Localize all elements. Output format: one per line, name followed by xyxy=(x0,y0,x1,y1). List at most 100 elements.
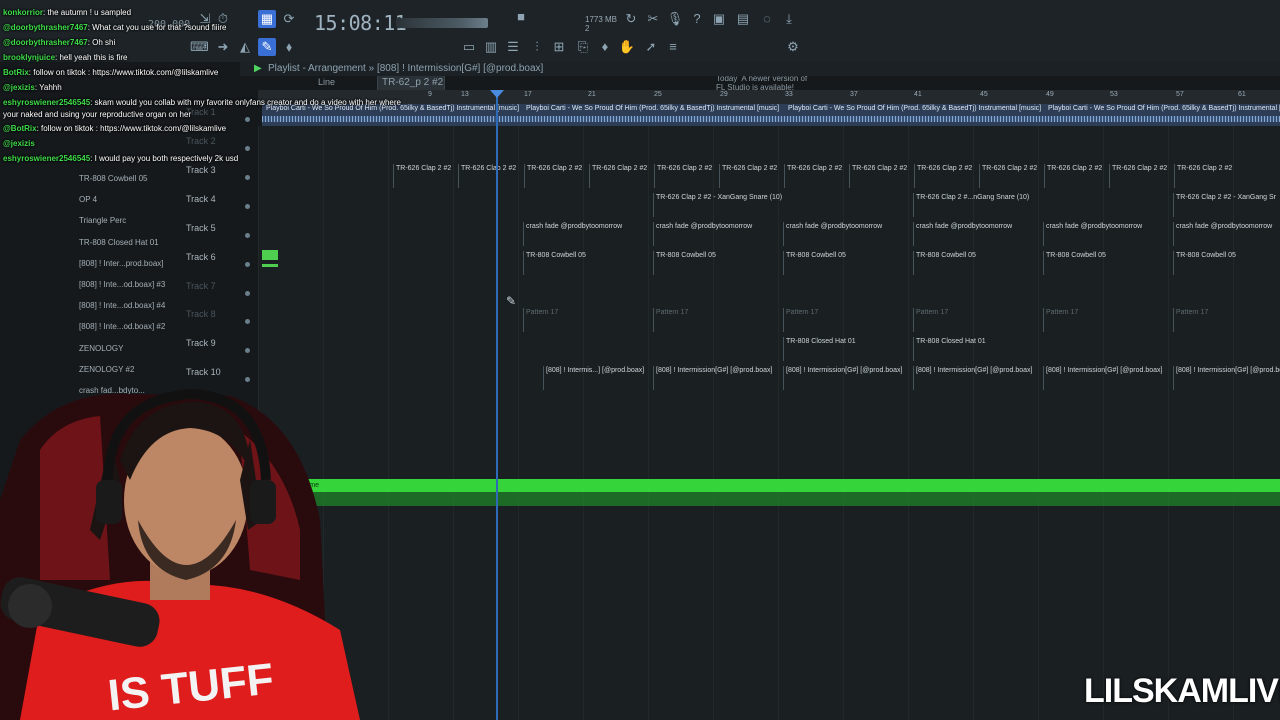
track-mute-led[interactable] xyxy=(245,204,250,209)
help-icon[interactable]: ? xyxy=(688,10,706,28)
playlist-clip[interactable]: crash fade @prodbytoomorrow xyxy=(783,222,911,246)
playlist-clip[interactable]: TR-626 Clap 2 #2 xyxy=(719,164,784,188)
playlist-clip[interactable]: TR-626 Clap 2 #2 - XanGang Sr xyxy=(1173,193,1280,217)
channel-item[interactable]: TR-808 Closed Hat 01 xyxy=(76,234,159,252)
channel-item[interactable]: [808] ! Inte...od.boax] #4 xyxy=(76,297,165,315)
playlist-clip[interactable]: crash fade @prodbytoomorrow xyxy=(913,222,1041,246)
playlist-clip[interactable]: [808] ! Intermission[G#] [@prod.boax] xyxy=(1173,366,1280,390)
playlist-clip[interactable]: [808] ! Intermission[G#] [@prod.boax] xyxy=(783,366,911,390)
playlist-clip[interactable]: TR-626 Clap 2 #2 xyxy=(1174,164,1239,188)
track-header[interactable]: Track 8 xyxy=(182,306,256,334)
track-header[interactable]: Track 5 xyxy=(182,220,256,248)
draw-tool-icon[interactable]: ✎ xyxy=(258,38,276,56)
track-header[interactable]: Track 4 xyxy=(182,191,256,219)
track-header[interactable]: Track 6 xyxy=(182,249,256,277)
playlist-clip[interactable]: Pattern 17 xyxy=(1043,308,1171,332)
loop-icon[interactable]: ⟳ xyxy=(280,10,298,28)
channel-item[interactable]: ZENOLOGY #2 xyxy=(76,361,134,379)
piano-roll-icon[interactable]: ☰ xyxy=(504,38,522,56)
playlist-clip[interactable]: crash fade @prodbytoomorrow xyxy=(653,222,781,246)
playlist-clip[interactable]: TR-626 Clap 2 #2 xyxy=(458,164,523,188)
playlist-clip[interactable]: TR-626 Clap 2 #2 xyxy=(1109,164,1174,188)
stamp-icon[interactable]: ⬧ xyxy=(280,38,298,56)
mic-icon[interactable]: 🎙 xyxy=(666,10,684,28)
channel-item[interactable]: TR-808 Cowbell 05 xyxy=(76,170,147,188)
stop-icon[interactable]: ■ xyxy=(512,8,530,26)
clipboard-icon[interactable]: ⎘ xyxy=(574,38,592,56)
playlist-clip[interactable]: TR-808 Cowbell 05 xyxy=(913,251,1041,275)
playlist-clip[interactable]: TR-808 Cowbell 05 xyxy=(653,251,781,275)
playlist-clip[interactable]: TR-626 Clap 2 #2 xyxy=(979,164,1044,188)
list-icon[interactable]: ≡ xyxy=(664,38,682,56)
track-mute-led[interactable] xyxy=(245,319,250,324)
playlist-clip[interactable]: Pattern 17 xyxy=(653,308,781,332)
pattern-song-toggle-icon[interactable]: ▦ xyxy=(258,10,276,28)
audio-clip-track-1[interactable]: Playboi Carti - We So Proud Of Him (Prod… xyxy=(262,104,1280,126)
channel-item[interactable]: [808] ! Inte...od.boax] #3 xyxy=(76,276,165,294)
playlist-clip[interactable]: crash fade @prodbytoomorrow xyxy=(1173,222,1280,246)
master-volume-automation[interactable]: Master - Volume xyxy=(262,479,1280,492)
playlist-clip[interactable]: TR-626 Clap 2 #2 xyxy=(1044,164,1109,188)
playlist-clip[interactable]: TR-626 Clap 2 #2 xyxy=(654,164,719,188)
playlist-clip[interactable]: TR-626 Clap 2 #2 xyxy=(524,164,589,188)
track-mute-led[interactable] xyxy=(245,233,250,238)
channel-item[interactable]: [808] ! Inter...prod.boax] xyxy=(76,255,164,273)
track-header[interactable]: Track 7 xyxy=(182,278,256,306)
playlist-clip[interactable]: [808] ! Intermis...] [@prod.boax] xyxy=(543,366,653,390)
playlist-clip[interactable]: Pattern 17 xyxy=(913,308,1041,332)
plugin-picker-icon[interactable]: ⊞ xyxy=(550,38,568,56)
track-mute-led[interactable] xyxy=(245,262,250,267)
channel-rack-icon[interactable]: ▥ xyxy=(482,38,500,56)
track-header[interactable]: Track 3 xyxy=(182,162,256,190)
channel-item[interactable]: OP 4 xyxy=(76,191,97,209)
playlist-clip[interactable]: TR-808 Cowbell 05 xyxy=(783,251,911,275)
channel-item[interactable]: ZENOLOGY xyxy=(76,340,123,358)
pattern-selector[interactable]: TR-62_p 2 #2 xyxy=(377,75,445,91)
edison-icon[interactable]: ♦ xyxy=(596,38,614,56)
pattern-note[interactable] xyxy=(262,250,278,260)
mixer-view-icon[interactable]: ⫶ xyxy=(528,38,546,56)
playlist-clip[interactable]: TR-626 Clap 2 #2 xyxy=(784,164,849,188)
track-mute-led[interactable] xyxy=(245,146,250,151)
track-mute-led[interactable] xyxy=(245,117,250,122)
touch-keyboard-icon[interactable]: ✋ xyxy=(618,38,636,56)
pattern-note[interactable] xyxy=(262,264,278,267)
playlist-header[interactable]: ▶ Playlist - Arrangement » [808] ! Inter… xyxy=(240,62,1280,76)
chat-icon[interactable]: ◌ xyxy=(758,10,776,28)
playhead-marker[interactable] xyxy=(490,90,504,98)
playlist-clip[interactable]: crash fade @prodbytoomorrow xyxy=(1043,222,1171,246)
playlist-clip[interactable]: Pattern 17 xyxy=(523,308,651,332)
wand-icon[interactable]: ➚ xyxy=(642,38,660,56)
mixer-icon[interactable]: ▤ xyxy=(734,10,752,28)
settings-gear-icon[interactable]: ⚙ xyxy=(784,38,802,56)
playlist-clip[interactable]: TR-626 Clap 2 #2 xyxy=(393,164,458,188)
channel-item[interactable]: [808] ! Inte...od.boax] #2 xyxy=(76,318,165,336)
timeline-ruler[interactable]: 9 13 17 21 25 29 33 37 41 45 49 53 57 61 xyxy=(258,90,1280,104)
playlist-clip[interactable]: crash fade @prodbytoomorrow xyxy=(523,222,651,246)
cut-icon[interactable]: ✂ xyxy=(644,10,662,28)
playlist-clip[interactable]: TR-808 Cowbell 05 xyxy=(1173,251,1280,275)
playlist-clip[interactable]: TR-808 Closed Hat 01 xyxy=(913,337,1041,361)
track-mute-led[interactable] xyxy=(245,175,250,180)
playlist-clip[interactable]: TR-626 Clap 2 #2 xyxy=(914,164,979,188)
refresh-icon[interactable]: ↻ xyxy=(622,10,640,28)
channel-item[interactable]: Triangle Perc xyxy=(76,212,126,230)
playlist-clip[interactable]: TR-626 Clap 2 #...nGang Snare (10) xyxy=(913,193,1171,217)
playlist-clip[interactable]: TR-626 Clap 2 #2 - XanGang Snare (10) xyxy=(653,193,911,217)
snap-mode-label[interactable]: Line xyxy=(318,77,335,87)
browser-icon[interactable]: ▭ xyxy=(460,38,478,56)
save-icon[interactable]: ▣ xyxy=(710,10,728,28)
arrow-right-icon[interactable]: ➜ xyxy=(214,38,232,56)
metronome-icon[interactable]: ◭ xyxy=(236,38,254,56)
track-mute-led[interactable] xyxy=(245,348,250,353)
playlist-clip[interactable]: [808] ! Intermission[G#] [@prod.boax] xyxy=(913,366,1041,390)
playhead[interactable] xyxy=(496,92,498,720)
track-header[interactable]: Track 9 xyxy=(182,335,256,363)
playlist-clip[interactable]: TR-626 Clap 2 #2 xyxy=(589,164,654,188)
playlist-clip[interactable]: TR-808 Cowbell 05 xyxy=(1043,251,1171,275)
download-icon[interactable]: ⤓ xyxy=(780,10,798,28)
playlist-clip[interactable]: [808] ! Intermission[G#] [@prod.boax] xyxy=(1043,366,1171,390)
playlist-clip[interactable]: TR-626 Clap 2 #2 xyxy=(849,164,914,188)
playlist-clip[interactable]: Pattern 17 xyxy=(1173,308,1280,332)
playlist-clip[interactable]: [808] ! Intermission[G#] [@prod.boax] xyxy=(653,366,781,390)
